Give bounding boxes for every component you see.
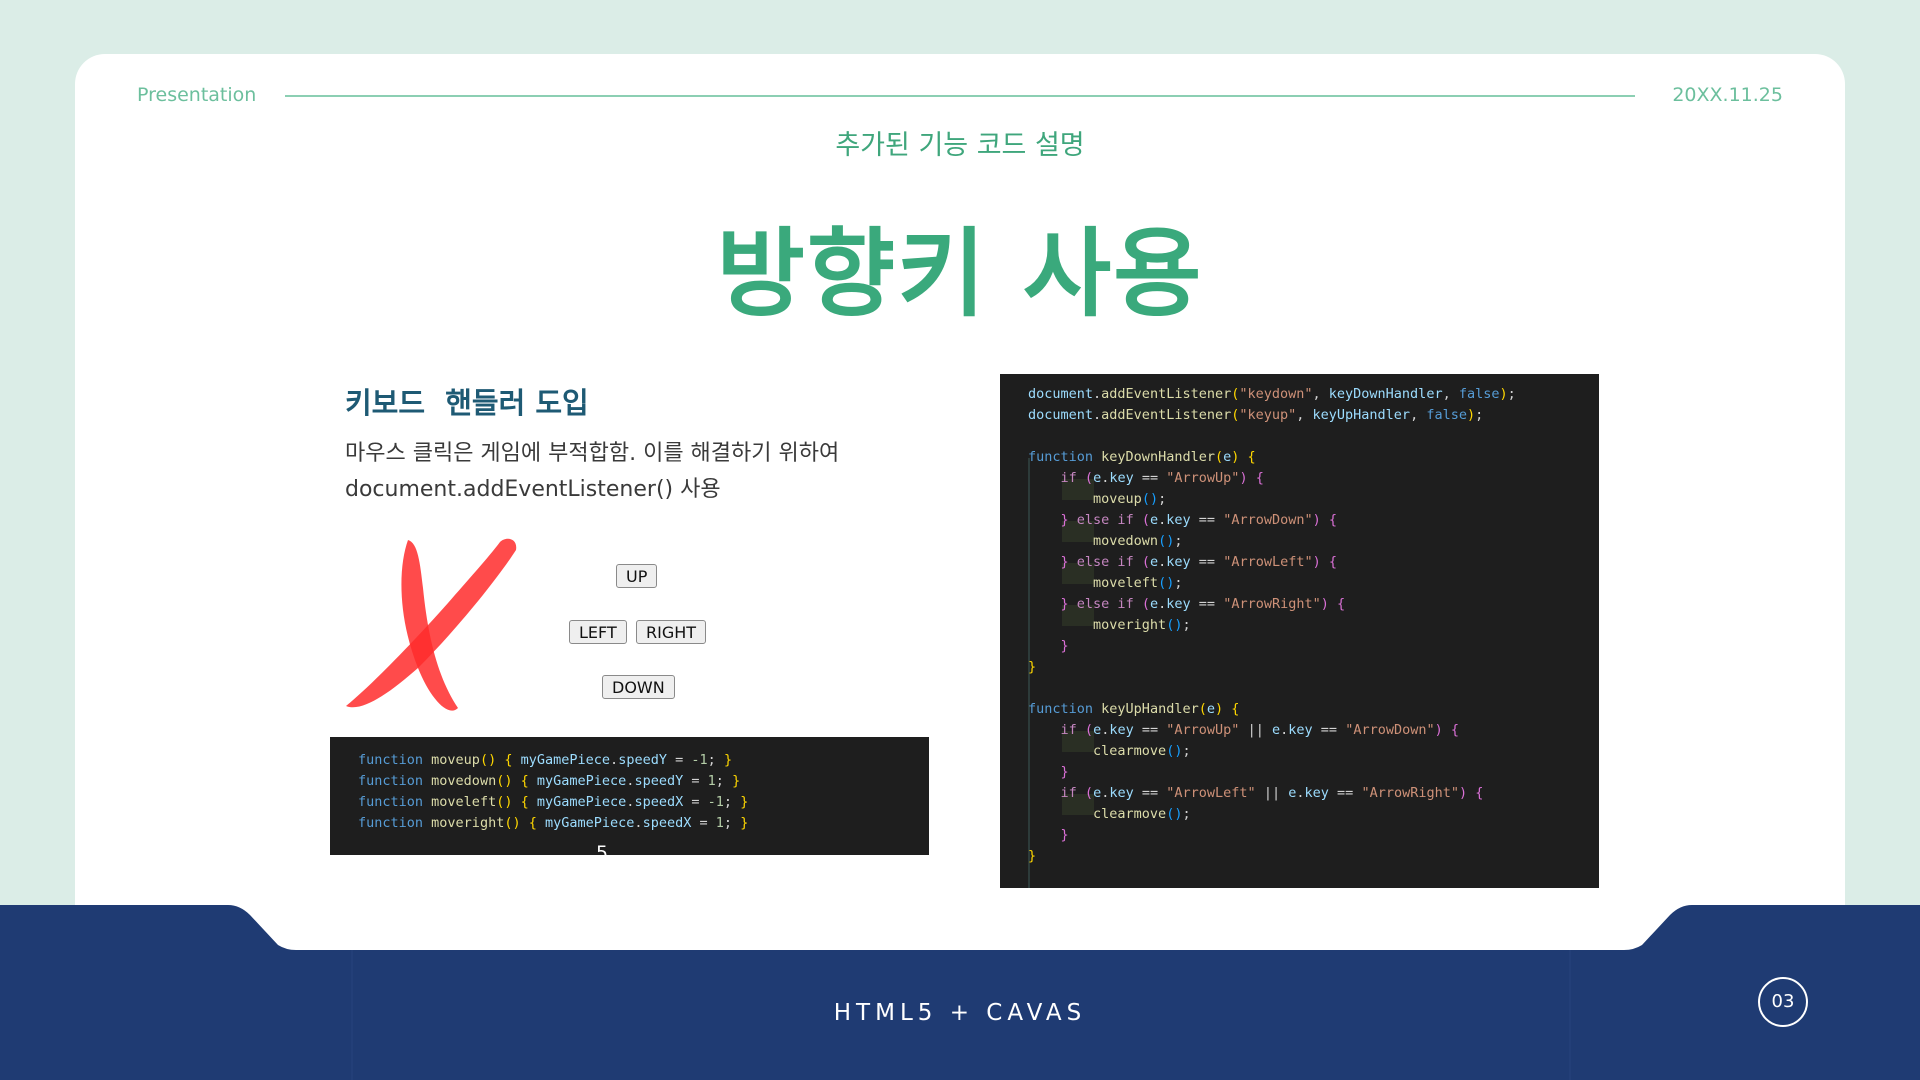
code-large-line-21: clearmove();	[1093, 806, 1191, 822]
code-large-line-22: }	[1060, 827, 1069, 843]
code-large-line-16: function keyUpHandler(e) {	[1028, 701, 1240, 717]
body-line-1: 마우스 클릭은 게임에 부적합함. 이를 해결하기 위하여	[345, 441, 840, 466]
section-body: 마우스 클릭은 게임에 부적합함. 이를 해결하기 위하여 document.a…	[345, 436, 965, 508]
header-date: 20XX.11.25	[1672, 84, 1783, 106]
left-button[interactable]: LEFT	[569, 620, 627, 644]
code-snippet-move-functions: function moveup() { myGamePiece.speedY =…	[330, 737, 929, 855]
code-small-line-3: function moveleft() { myGamePiece.speedX…	[358, 794, 749, 810]
code-large-line-4: function keyDownHandler(e) {	[1028, 449, 1256, 465]
code-large-line-2: document.addEventListener("keyup", keyUp…	[1028, 407, 1484, 423]
code-large-line-13: }	[1060, 638, 1069, 654]
code-snippet-key-handlers: document.addEventListener("keydown", key…	[1000, 374, 1599, 888]
code-large-line-19: }	[1060, 764, 1069, 780]
up-button[interactable]: UP	[616, 564, 658, 588]
footer-title: HTML5 + CAVAS	[833, 1000, 1087, 1026]
code-large-line-9: } else if (e.key == "ArrowLeft") {	[1060, 554, 1338, 570]
code-large-line-7: } else if (e.key == "ArrowDown") {	[1060, 512, 1338, 528]
slide-title: 방향키 사용	[716, 218, 1204, 330]
right-button[interactable]: RIGHT	[636, 620, 707, 644]
section-heading: 키보드 핸들러 도입	[345, 386, 589, 420]
code-large-line-14: }	[1028, 659, 1037, 675]
code-large-line-6: moveup();	[1093, 491, 1167, 507]
code-large-line-17: if (e.key == "ArrowUp" || e.key == "Arro…	[1060, 722, 1460, 738]
code-large-line-5: if (e.key == "ArrowUp") {	[1060, 470, 1264, 486]
code-large-line-18: clearmove();	[1093, 743, 1191, 759]
slide-subtitle: 추가된 기능 코드 설명	[835, 130, 1085, 161]
down-button[interactable]: DOWN	[602, 675, 675, 699]
code-large-line-8: movedown();	[1093, 533, 1183, 549]
code-large-line-23: }	[1028, 848, 1037, 864]
stray-number: 5	[596, 842, 609, 864]
page-number: 03	[1758, 977, 1808, 1027]
code-large-line-1: document.addEventListener("keydown", key…	[1028, 386, 1516, 402]
code-small-line-4: function moveright() { myGamePiece.speed…	[358, 815, 749, 831]
code-large-line-10: moveleft();	[1093, 575, 1183, 591]
code-large-line-11: } else if (e.key == "ArrowRight") {	[1060, 596, 1346, 612]
footer-band	[0, 905, 1920, 1080]
code-small-line-2: function movedown() { myGamePiece.speedY…	[358, 773, 741, 789]
header-label: Presentation	[137, 84, 257, 106]
header-divider	[285, 95, 1635, 97]
code-large-line-20: if (e.key == "ArrowLeft" || e.key == "Ar…	[1060, 785, 1484, 801]
body-line-2: document.addEventListener() 사용	[345, 477, 721, 502]
code-large-line-12: moveright();	[1093, 617, 1191, 633]
x-mark-icon	[346, 538, 517, 711]
code-small-line-1: function moveup() { myGamePiece.speedY =…	[358, 752, 733, 768]
